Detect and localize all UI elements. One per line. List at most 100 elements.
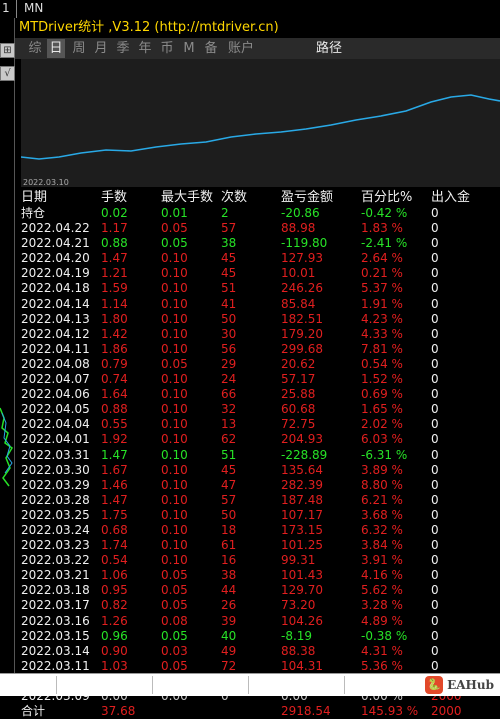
cell-deposit: 0 xyxy=(431,447,439,462)
cell-count: 32 xyxy=(221,402,237,417)
cell-count: 62 xyxy=(221,432,237,447)
cell-date: 2022.04.08 xyxy=(21,356,90,371)
cell-count: 29 xyxy=(221,356,237,371)
table-row: 2022.03.21 1.06 0.05 38 101.43 4.16 % 0 xyxy=(15,568,500,583)
status-separator xyxy=(56,676,57,694)
cell-count: 45 xyxy=(221,266,237,281)
cell-count: 40 xyxy=(221,628,237,643)
cell-percent: 4.16 % xyxy=(361,568,403,583)
cell-profit: -20.86 xyxy=(281,206,320,220)
cell-lots: 1.67 xyxy=(101,462,128,477)
table-row: 2022.04.14 1.14 0.10 41 85.84 1.91 % 0 xyxy=(15,297,500,312)
cell-profit: 179.20 xyxy=(281,326,323,341)
tab-yearly[interactable]: 年 xyxy=(137,39,153,58)
tab-monthly[interactable]: 月 xyxy=(93,39,109,58)
cell-profit: 246.26 xyxy=(281,281,323,296)
cell-count: 50 xyxy=(221,507,237,522)
tab-path[interactable]: 路径 xyxy=(311,39,347,58)
cell-deposit: 0 xyxy=(431,553,439,568)
cell-profit: 20.62 xyxy=(281,356,316,371)
cell-profit: 104.26 xyxy=(281,613,323,628)
cell-deposit: 0 xyxy=(431,538,439,553)
cell-deposit: 0 xyxy=(431,613,439,628)
cell-profit: 299.68 xyxy=(281,341,323,356)
cell-date: 2022.04.07 xyxy=(21,372,90,387)
cell-date: 2022.04.01 xyxy=(21,432,90,447)
cell-profit: 25.88 xyxy=(281,387,316,402)
cell-date: 2022.04.20 xyxy=(21,251,90,266)
cell-date: 2022.03.21 xyxy=(21,568,90,583)
cell-date: 2022.04.05 xyxy=(21,402,90,417)
cell-count: 41 xyxy=(221,296,237,311)
cell-deposit: 0 xyxy=(431,326,439,341)
header-profit: 盈亏金额 xyxy=(281,190,334,205)
status-bar: 🐍 EAHub xyxy=(0,673,500,696)
tab-magic[interactable]: M xyxy=(181,39,197,58)
cell-percent: 4.31 % xyxy=(361,643,403,658)
cell-date: 2022.03.31 xyxy=(21,447,90,462)
cell-deposit: 0 xyxy=(431,266,439,281)
table-row: 2022.04.07 0.74 0.10 24 57.17 1.52 % 0 xyxy=(15,372,500,387)
table-row: 2022.04.20 1.47 0.10 45 127.93 2.64 % 0 xyxy=(15,251,500,266)
grid-toggle-icon[interactable]: ⊞ xyxy=(0,43,15,58)
cell-date: 2022.04.14 xyxy=(21,296,90,311)
cell-max-lots: 0.05 xyxy=(161,221,188,236)
cell-percent: 0.69 % xyxy=(361,387,403,402)
cell-max-lots: 0.10 xyxy=(161,432,188,447)
table-row: 2022.03.24 0.68 0.10 18 173.15 6.32 % 0 xyxy=(15,523,500,538)
cell-max-lots: 0.05 xyxy=(161,583,188,598)
equity-curve xyxy=(20,94,500,160)
cell-lots: 0.88 xyxy=(101,402,128,417)
cell-lots: 0.79 xyxy=(101,356,128,371)
tab-quarterly[interactable]: 季 xyxy=(115,39,131,58)
cell-count: 18 xyxy=(221,522,237,537)
table-row: 2022.03.17 0.82 0.05 26 73.20 3.28 % 0 xyxy=(15,598,500,613)
cell-max-lots: 0.10 xyxy=(161,492,188,507)
tab-account[interactable]: 账户 xyxy=(225,39,257,58)
check-icon[interactable]: √ xyxy=(0,66,15,81)
cell-count: 38 xyxy=(221,236,237,251)
cell-percent: 3.68 % xyxy=(361,507,403,522)
table-row: 2022.04.18 1.59 0.10 51 246.26 5.37 % 0 xyxy=(15,281,500,296)
table-row: 合计 37.68 2918.54 145.93 % 2000 xyxy=(15,704,500,719)
tab-currency[interactable]: 币 xyxy=(159,39,175,58)
cell-max-lots: 0.10 xyxy=(161,522,188,537)
cell-percent: 1.65 % xyxy=(361,402,403,417)
cell-lots: 1.26 xyxy=(101,613,128,628)
cell-date: 2022.03.14 xyxy=(21,643,90,658)
table-row: 2022.04.12 1.42 0.10 30 179.20 4.33 % 0 xyxy=(15,327,500,342)
cell-percent: 2.02 % xyxy=(361,417,403,432)
cell-max-lots: 0.10 xyxy=(161,326,188,341)
cell-max-lots: 0.08 xyxy=(161,613,188,628)
cell-max-lots: 0.10 xyxy=(161,507,188,522)
status-separator xyxy=(248,676,249,694)
tab-daily[interactable]: 日 xyxy=(47,39,65,58)
cell-max-lots: 0.10 xyxy=(161,462,188,477)
cell-profit: 282.39 xyxy=(281,477,323,492)
cell-max-lots: 0.10 xyxy=(161,251,188,266)
tab-summary[interactable]: 综 xyxy=(27,39,43,58)
cell-date: 2022.04.13 xyxy=(21,311,90,326)
tab-notes[interactable]: 备 xyxy=(203,39,219,58)
cell-count: 13 xyxy=(221,417,237,432)
cell-lots: 1.17 xyxy=(101,221,128,236)
cell-lots: 0.96 xyxy=(101,628,128,643)
cell-date: 2022.04.12 xyxy=(21,326,90,341)
cell-count: 50 xyxy=(221,311,237,326)
cell-profit: 85.84 xyxy=(281,296,316,311)
cell-lots: 0.74 xyxy=(101,372,128,387)
cell-percent: 6.32 % xyxy=(361,522,403,537)
tab-weekly[interactable]: 周 xyxy=(71,39,87,58)
cell-count: 2 xyxy=(221,206,229,220)
cell-max-lots: 0.10 xyxy=(161,281,188,296)
cell-max-lots: 0.10 xyxy=(161,417,188,432)
cell-max-lots: 0.10 xyxy=(161,341,188,356)
table-row: 2022.04.08 0.79 0.05 29 20.62 0.54 % 0 xyxy=(15,357,500,372)
table-row: 2022.04.01 1.92 0.10 62 204.93 6.03 % 0 xyxy=(15,432,500,447)
cell-percent: 4.23 % xyxy=(361,311,403,326)
cell-lots: 1.74 xyxy=(101,538,128,553)
cell-date: 2022.03.23 xyxy=(21,538,90,553)
cell-max-lots: 0.10 xyxy=(161,538,188,553)
cell-percent: 5.62 % xyxy=(361,583,403,598)
top-toolbar-strip: 1 MN xyxy=(0,0,500,18)
